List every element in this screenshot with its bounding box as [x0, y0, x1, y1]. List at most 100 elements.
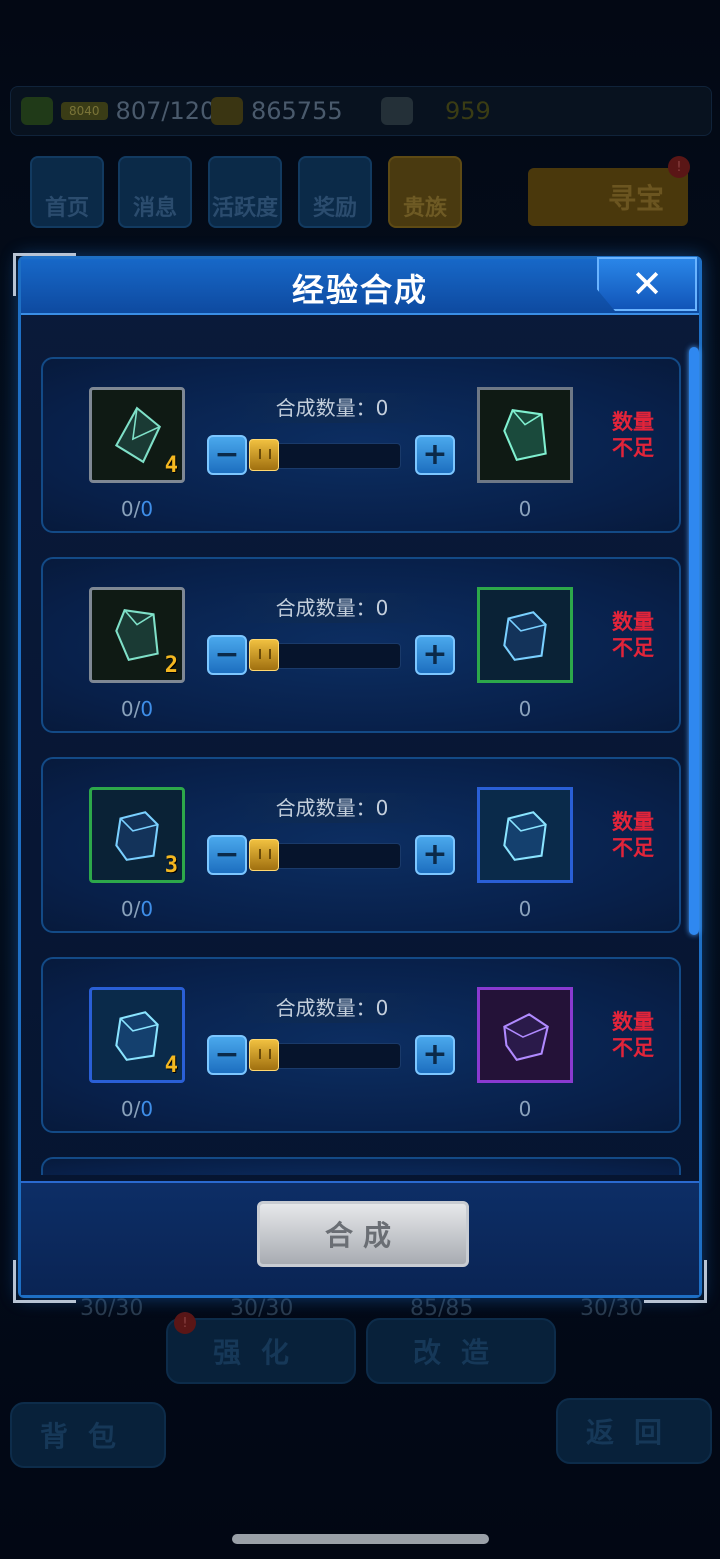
nav-noble-button[interactable]: 贵族: [388, 156, 462, 228]
stat-4: 30/30: [580, 1296, 644, 1321]
result-item-slot[interactable]: [477, 987, 573, 1083]
source-item-slot[interactable]: 3: [89, 787, 185, 883]
result-item-slot[interactable]: [477, 587, 573, 683]
source-item-slot[interactable]: 4: [89, 987, 185, 1083]
exp-cube-icon: [115, 1011, 159, 1061]
quantity-slider-thumb[interactable]: [249, 439, 279, 471]
quantity-slider-thumb[interactable]: [249, 639, 279, 671]
nav-home-label: 首页: [44, 196, 89, 221]
compose-quantity-label: 合成数量：0: [229, 393, 435, 423]
quantity-slider-thumb[interactable]: [249, 1039, 279, 1071]
diamond-icon: [381, 97, 413, 125]
close-button[interactable]: ✕: [597, 257, 697, 311]
compose-row: 3 0/0 合成数量：0 − + 0 数量 不足: [41, 757, 681, 933]
insufficient-warning: 数量 不足: [612, 610, 654, 660]
source-level: 4: [164, 1053, 178, 1078]
exp-cube-icon: [503, 611, 547, 661]
source-item-slot[interactable]: 2: [89, 587, 185, 683]
compose-quantity-label: 合成数量：0: [229, 993, 435, 1023]
treasure-label: 寻宝: [607, 182, 664, 215]
plus-icon: +: [422, 837, 448, 872]
insufficient-warning: 数量 不足: [612, 1010, 654, 1060]
minus-icon: −: [214, 1037, 240, 1072]
enhance-badge: !: [174, 1312, 196, 1334]
dialog-header: 经验合成 ✕: [21, 257, 699, 315]
plus-icon: +: [422, 437, 448, 472]
exp-crystal-icon: [503, 409, 547, 461]
minus-icon: −: [214, 637, 240, 672]
nav-rewards-label: 奖励: [312, 196, 357, 221]
plus-icon: +: [422, 637, 448, 672]
decrease-button[interactable]: −: [207, 635, 247, 675]
source-have: 0: [120, 897, 134, 921]
source-need: 0: [140, 1097, 154, 1121]
result-item-slot[interactable]: [477, 787, 573, 883]
quantity-slider-thumb[interactable]: [249, 839, 279, 871]
source-need: 0: [140, 497, 154, 521]
stat-1: 30/30: [80, 1296, 144, 1321]
compose-row: 4 0/0 合成数量：0 − + 0 数量 不足: [41, 357, 681, 533]
gold-value: 865755: [251, 97, 343, 125]
back-button[interactable]: 返回: [556, 1398, 712, 1464]
list-scrollbar[interactable]: [689, 347, 699, 935]
decrease-button[interactable]: −: [207, 435, 247, 475]
diamond-resource: 959: [381, 87, 491, 135]
bag-button[interactable]: 背包: [10, 1402, 166, 1468]
exp-cube-icon: [503, 1013, 549, 1061]
diamond-value: 959: [445, 97, 491, 125]
increase-button[interactable]: +: [415, 635, 455, 675]
compose-quantity-label: 合成数量：0: [229, 593, 435, 623]
modify-label: 改造: [412, 1336, 509, 1369]
source-level: 3: [164, 853, 178, 878]
stamina-value: 807/120: [115, 97, 216, 125]
nav-activity-button[interactable]: 活跃度: [208, 156, 282, 228]
decrease-button[interactable]: −: [207, 1035, 247, 1075]
result-count: 0: [518, 897, 532, 921]
gold-resource: 865755: [211, 87, 343, 135]
treasure-button[interactable]: 寻宝: [528, 168, 688, 226]
modify-button[interactable]: 改造: [366, 1318, 556, 1384]
home-indicator[interactable]: [232, 1534, 489, 1544]
stamina-tag: 8040: [61, 102, 108, 120]
source-count: 0/0: [120, 897, 154, 921]
result-item-slot[interactable]: [477, 387, 573, 483]
increase-button[interactable]: +: [415, 435, 455, 475]
result-count: 0: [518, 497, 532, 521]
compose-button[interactable]: 合成: [257, 1201, 469, 1267]
source-need: 0: [140, 697, 154, 721]
nav-messages-button[interactable]: 消息: [118, 156, 192, 228]
source-item-slot[interactable]: 4: [89, 387, 185, 483]
stamina-resource: 8040 807/120: [21, 87, 215, 135]
decrease-button[interactable]: −: [207, 835, 247, 875]
result-count: 0: [518, 1097, 532, 1121]
nav-messages-label: 消息: [132, 196, 177, 221]
frame-corner-decoration: [13, 1260, 76, 1303]
increase-button[interactable]: +: [415, 835, 455, 875]
nav-noble-label: 贵族: [402, 196, 447, 221]
enhance-label: 强化: [212, 1336, 309, 1369]
compose-row: 2 0/0 合成数量：0 − + 0 数量 不足: [41, 557, 681, 733]
nav-home-button[interactable]: 首页: [30, 156, 104, 228]
minus-icon: −: [214, 837, 240, 872]
insufficient-warning: 数量 不足: [612, 410, 654, 460]
increase-button[interactable]: +: [415, 1035, 455, 1075]
nav-activity-label: 活跃度: [211, 196, 278, 221]
source-count: 0/0: [120, 697, 154, 721]
nav-rewards-button[interactable]: 奖励: [298, 156, 372, 228]
compose-button-label: 合成: [324, 1219, 401, 1252]
treasure-badge: !: [668, 156, 690, 178]
source-count: 0/0: [120, 1097, 154, 1121]
result-count: 0: [518, 697, 532, 721]
dialog-footer: 合成: [21, 1181, 699, 1295]
compose-list[interactable]: 4 0/0 合成数量：0 − + 0 数量 不足 2 0/0 合成数量：0 − …: [41, 357, 685, 1175]
exp-cube-icon: [503, 811, 547, 861]
source-count: 0/0: [120, 497, 154, 521]
source-level: 4: [164, 453, 178, 478]
exp-crystal-icon: [115, 609, 159, 661]
frame-corner-decoration: [644, 1260, 707, 1303]
source-have: 0: [120, 497, 134, 521]
back-label: 返回: [585, 1416, 682, 1449]
exp-compose-dialog: 经验合成 ✕ 4 0/0 合成数量：0 − + 0 数量 不足 2 0/0 合成…: [13, 253, 707, 1303]
insufficient-warning: 数量 不足: [612, 810, 654, 860]
exp-crystal-icon: [114, 406, 162, 464]
